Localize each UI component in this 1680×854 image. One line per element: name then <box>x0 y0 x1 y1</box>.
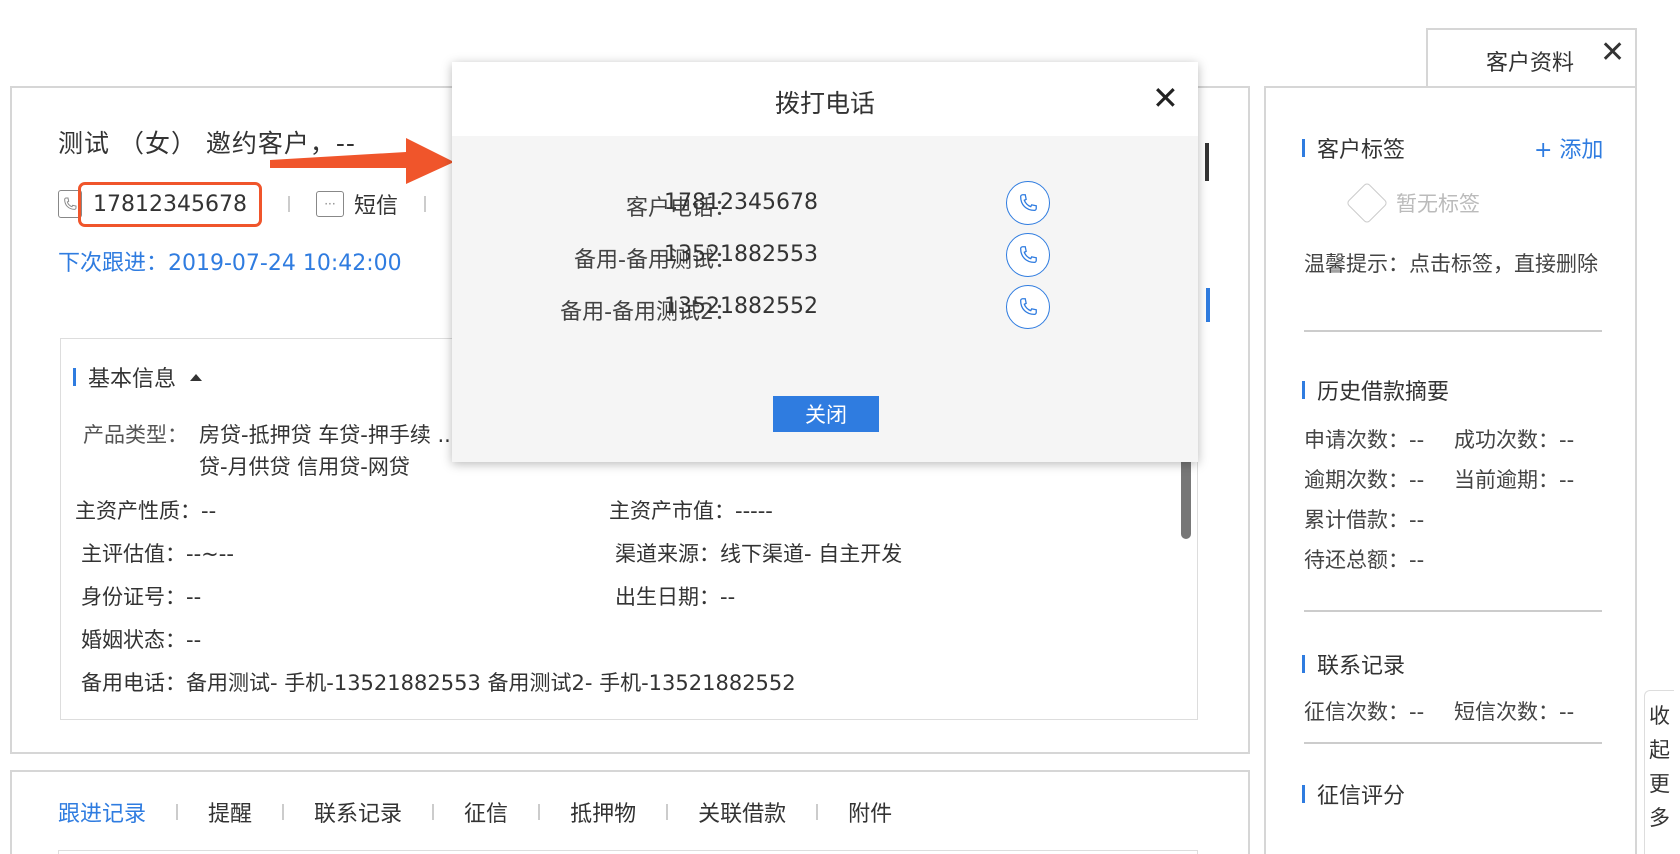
button-edge[interactable] <box>1206 288 1210 322</box>
contact-header: 联系记录 <box>1302 648 1405 680</box>
call-icon[interactable] <box>1006 233 1050 277</box>
total-borrow: 累计借款：-- <box>1304 508 1425 532</box>
tab-attachments[interactable]: 附件 <box>848 796 892 828</box>
sms-button[interactable]: 短信 <box>354 188 398 220</box>
record-tabs: 跟进记录 提醒 联系记录 征信 抵押物 关联借款 附件 <box>58 796 892 828</box>
section-bar <box>1302 785 1305 803</box>
divider <box>432 804 435 820</box>
divider <box>666 804 669 820</box>
credit-score-title: 征信评分 <box>1317 784 1406 809</box>
divider <box>1304 742 1602 744</box>
basic-info-title: 基本信息 <box>88 367 177 392</box>
main-valuation: 主评估值：--~-- <box>81 542 234 566</box>
section-bar <box>1302 381 1305 399</box>
dial-number: 13521882553 <box>664 242 818 267</box>
pending-total: 待还总额：-- <box>1304 548 1425 572</box>
section-bar <box>1302 655 1305 673</box>
product-type-label: 产品类型： <box>83 423 188 447</box>
call-icon[interactable] <box>1006 181 1050 225</box>
next-follow-link[interactable]: 下次跟进：2019-07-24 10:42:00 <box>58 245 402 277</box>
divider <box>287 196 290 212</box>
dial-number: 13521882552 <box>664 294 818 319</box>
tab-related-loans[interactable]: 关联借款 <box>698 796 786 828</box>
divider <box>538 804 541 820</box>
tag-tip: 温馨提示：点击标签，直接删除 <box>1304 252 1598 276</box>
tags-header: 客户标签 <box>1302 132 1405 164</box>
records-panel: 跟进记录 提醒 联系记录 征信 抵押物 关联借款 附件 <box>10 770 1250 854</box>
divider <box>1304 610 1602 612</box>
credit-score-header: 征信评分 <box>1302 778 1405 810</box>
apply-count: 申请次数：-- <box>1304 428 1425 452</box>
history-title: 历史借款摘要 <box>1317 380 1450 405</box>
add-tag-button[interactable]: + 添加 <box>1534 132 1603 164</box>
annotation-arrow-icon <box>270 138 454 184</box>
no-tag-text: 暂无标签 <box>1396 192 1480 216</box>
sms-count: 短信次数：-- <box>1454 700 1575 724</box>
credit-count: 征信次数：-- <box>1304 700 1425 724</box>
asset-value: 主资产市值：----- <box>609 499 773 523</box>
tag-icon <box>1345 181 1389 225</box>
tab-credit[interactable]: 征信 <box>464 796 508 828</box>
id-number: 身份证号：-- <box>81 585 202 609</box>
asset-nature: 主资产性质：-- <box>75 499 217 523</box>
customer-info-tab-label: 客户资料 <box>1486 51 1575 76</box>
divider <box>423 196 426 212</box>
dialog-close-button[interactable]: 关闭 <box>773 396 879 432</box>
contact-title: 联系记录 <box>1317 654 1406 679</box>
divider <box>1304 330 1602 332</box>
section-bar <box>1302 139 1305 157</box>
close-icon[interactable]: ✕ <box>1600 38 1625 68</box>
marital-status: 婚姻状态：-- <box>81 628 202 652</box>
tab-collateral[interactable]: 抵押物 <box>570 796 636 828</box>
call-icon[interactable] <box>1006 285 1050 329</box>
customer-phone-highlight[interactable]: 17812345678 <box>78 181 262 227</box>
dialog-title: 拨打电话 <box>774 89 875 118</box>
input-edge <box>1205 143 1209 181</box>
customer-info-tab[interactable]: 客户资料 ✕ <box>1426 28 1637 86</box>
tab-content <box>58 850 1198 854</box>
dial-row-backup-2: 备用-备用测试2： 13521882552 <box>452 280 1198 336</box>
collapse-more-button[interactable]: 收起更多 <box>1644 690 1674 854</box>
dial-dialog: 拨打电话 ✕ 客户电话： 17812345678 备用-备用测试： 135218… <box>452 62 1198 462</box>
dial-row-customer: 客户电话： 17812345678 <box>452 176 1198 232</box>
customer-sidebar: 客户标签 + 添加 暂无标签 温馨提示：点击标签，直接删除 历史借款摘要 申请次… <box>1264 86 1637 854</box>
tab-reminders[interactable]: 提醒 <box>208 796 252 828</box>
divider <box>176 804 179 820</box>
section-bar <box>73 368 76 386</box>
close-icon[interactable]: ✕ <box>1152 82 1179 114</box>
current-overdue: 当前逾期：-- <box>1454 468 1575 492</box>
backup-phone: 备用电话：备用测试- 手机-13521882553 备用测试2- 手机-1352… <box>81 671 796 695</box>
contact-row: 17812345678 ··· 短信 <box>58 181 452 227</box>
caret-up-icon[interactable] <box>190 373 203 381</box>
tab-follow-records[interactable]: 跟进记录 <box>58 796 146 828</box>
success-count: 成功次数：-- <box>1454 428 1575 452</box>
tab-contact-records[interactable]: 联系记录 <box>314 796 402 828</box>
basic-info-header[interactable]: 基本信息 <box>73 361 203 393</box>
sms-icon: ··· <box>315 191 344 217</box>
divider <box>816 804 819 820</box>
birth-date: 出生日期：-- <box>615 585 736 609</box>
tags-title: 客户标签 <box>1317 138 1406 163</box>
overdue-count: 逾期次数：-- <box>1304 468 1425 492</box>
dialog-header: 拨打电话 ✕ <box>452 62 1198 136</box>
history-header: 历史借款摘要 <box>1302 374 1449 406</box>
dial-row-backup-1: 备用-备用测试： 13521882553 <box>452 228 1198 284</box>
channel-source: 渠道来源：线下渠道- 自主开发 <box>615 542 903 566</box>
divider <box>282 804 285 820</box>
dial-number: 17812345678 <box>664 190 818 215</box>
